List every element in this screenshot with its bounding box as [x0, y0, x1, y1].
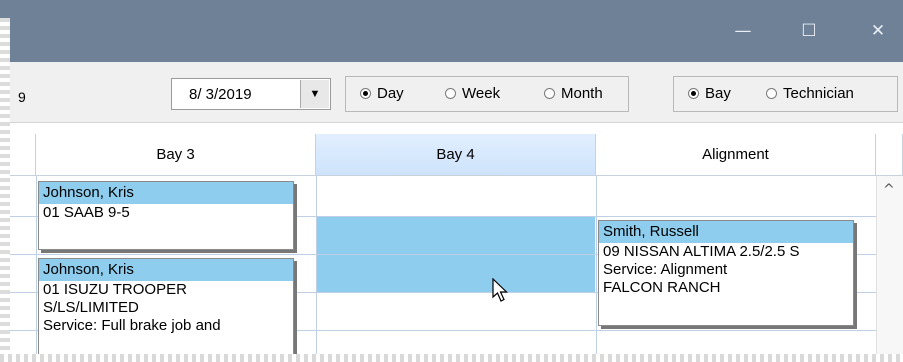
appointment-service: Service: Alignment: [603, 261, 728, 278]
appointment-location: FALCON RANCH: [603, 279, 721, 296]
minimize-icon[interactable]: —: [723, 18, 763, 44]
appointment-vehicle: 01 ISUZU TROOPER: [43, 281, 187, 298]
radio-week[interactable]: Week: [445, 85, 500, 102]
close-icon[interactable]: ✕: [858, 18, 898, 44]
radio-day-label: Day: [377, 85, 404, 102]
mouse-cursor-icon: [492, 278, 508, 302]
radio-selected-icon: [360, 88, 371, 99]
maximize-icon[interactable]: ☐: [789, 18, 829, 44]
column-header-bay-3[interactable]: Bay 3: [36, 134, 316, 176]
radio-month-label: Month: [561, 85, 603, 102]
appointment-customer: Johnson, Kris: [39, 182, 293, 204]
clipped-text: 9: [18, 89, 26, 105]
appointment-vehicle: 09 NISSAN ALTIMA 2.5/2.5 S: [603, 243, 800, 260]
chevron-down-icon[interactable]: ▼: [300, 80, 329, 108]
date-value: 8/ 3/2019: [189, 86, 252, 103]
radio-selected-icon: [688, 88, 699, 99]
column-header-alignment[interactable]: Alignment: [596, 134, 876, 176]
appointment-customer: Smith, Russell: [599, 221, 853, 243]
radio-month[interactable]: Month: [544, 85, 603, 102]
date-picker[interactable]: 8/ 3/2019 ▼: [171, 78, 331, 110]
column-header-bay-4[interactable]: Bay 4: [316, 134, 596, 176]
grid-line: [316, 176, 317, 362]
radio-week-label: Week: [462, 85, 501, 102]
vertical-scrollbar[interactable]: ^: [876, 176, 903, 362]
group-by-group: Bay Technician: [673, 76, 898, 112]
appointment-vehicle-trim: S/LS/LIMITED: [43, 299, 139, 316]
grid-line: [596, 176, 597, 362]
window-titlebar: — ☐ ✕: [0, 0, 903, 62]
grid-line: [36, 176, 37, 362]
appointment-card[interactable]: Johnson, Kris 01 ISUZU TROOPER S/LS/LIMI…: [38, 258, 294, 362]
appointment-customer: Johnson, Kris: [39, 259, 293, 281]
radio-empty-icon: [766, 88, 777, 99]
selected-time-slot[interactable]: [316, 217, 595, 254]
radio-technician-label: Technician: [783, 85, 854, 102]
radio-bay[interactable]: Bay: [688, 85, 731, 102]
appointment-card[interactable]: Smith, Russell 09 NISSAN ALTIMA 2.5/2.5 …: [598, 220, 854, 326]
radio-technician[interactable]: Technician: [766, 85, 854, 102]
radio-empty-icon: [445, 88, 456, 99]
appointment-card[interactable]: Johnson, Kris 01 SAAB 9-5: [38, 181, 294, 250]
chevron-up-icon[interactable]: ^: [883, 182, 895, 198]
column-header-corner: [876, 134, 903, 176]
appointment-vehicle: 01 SAAB 9-5: [43, 204, 130, 221]
radio-empty-icon: [544, 88, 555, 99]
radio-bay-label: Bay: [705, 85, 731, 102]
torn-edge-bottom: [0, 354, 903, 362]
appointment-service: Service: Full brake job and: [43, 317, 221, 334]
torn-edge-left: [0, 18, 10, 362]
radio-day[interactable]: Day: [360, 85, 404, 102]
view-mode-group: Day Week Month: [345, 76, 629, 112]
selected-time-slot[interactable]: [316, 255, 595, 292]
